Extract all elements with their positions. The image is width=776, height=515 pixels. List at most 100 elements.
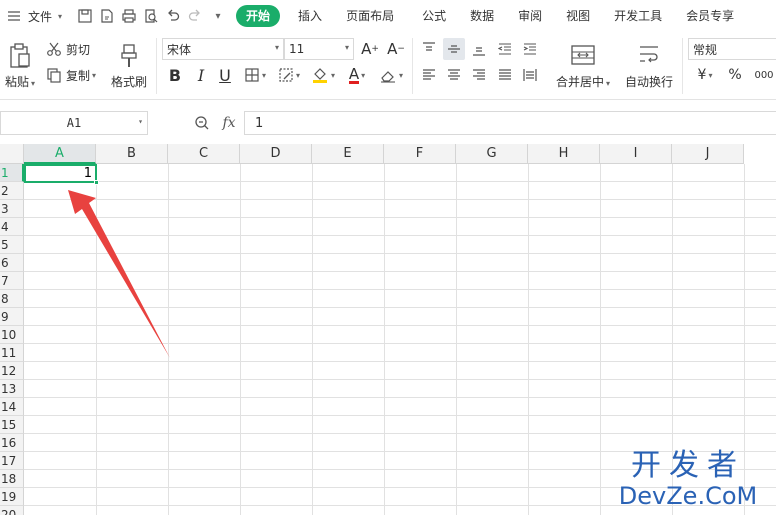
- column-header-e[interactable]: E: [312, 144, 384, 164]
- row-header-16[interactable]: 16: [0, 434, 24, 452]
- justify-button[interactable]: [494, 64, 516, 86]
- row-header-19[interactable]: 19: [0, 488, 24, 506]
- row-header-1[interactable]: 1: [0, 164, 24, 182]
- increase-indent-button[interactable]: [519, 38, 541, 60]
- watermark: 开发者 DevZe.CoM: [608, 449, 768, 510]
- tab-insert[interactable]: 插入: [290, 0, 330, 32]
- font-color-button[interactable]: A ▾: [342, 64, 372, 86]
- align-bottom-icon: [473, 47, 485, 56]
- thousands-symbol: 000: [754, 69, 774, 81]
- zoom-icon[interactable]: [192, 112, 212, 134]
- bold-button[interactable]: B: [164, 64, 186, 86]
- increase-font-button[interactable]: A +: [358, 38, 382, 60]
- select-all-corner[interactable]: [0, 144, 24, 164]
- font-name-select[interactable]: 宋体 ▾: [162, 38, 284, 60]
- tab-data[interactable]: 数据: [458, 0, 506, 32]
- merge-center-label: 合并居中: [555, 74, 604, 89]
- row-header-9[interactable]: 9: [0, 308, 24, 326]
- row-header-7[interactable]: 7: [0, 272, 24, 290]
- align-bottom-button[interactable]: [468, 38, 490, 60]
- tab-review[interactable]: 审阅: [506, 0, 554, 32]
- row-header-18[interactable]: 18: [0, 470, 24, 488]
- column-header-d[interactable]: D: [240, 144, 312, 164]
- column-header-c[interactable]: C: [168, 144, 240, 164]
- decrease-font-button[interactable]: A −: [384, 38, 408, 60]
- row-header-11[interactable]: 11: [0, 344, 24, 362]
- cut-button[interactable]: 剪切: [46, 38, 90, 60]
- row-header-12[interactable]: 12: [0, 362, 24, 380]
- number-format-select[interactable]: 常规: [688, 38, 776, 60]
- fill-color-button[interactable]: ▾: [308, 64, 338, 86]
- paste-button[interactable]: 粘贴 ▾: [2, 36, 38, 96]
- column-header-i[interactable]: I: [600, 144, 672, 164]
- export-pdf-icon[interactable]: [96, 0, 118, 32]
- align-right-button[interactable]: [468, 64, 490, 86]
- copy-button[interactable]: 复制 ▾: [46, 64, 96, 86]
- watermark-domain: DevZe.CoM: [618, 482, 758, 510]
- tab-developer[interactable]: 开发工具: [602, 0, 674, 32]
- row-header-6[interactable]: 6: [0, 254, 24, 272]
- row-header-4[interactable]: 4: [0, 218, 24, 236]
- grid-line: [24, 199, 776, 200]
- row-header-3[interactable]: 3: [0, 200, 24, 218]
- align-left-button[interactable]: [418, 64, 440, 86]
- decrease-indent-button[interactable]: [494, 38, 516, 60]
- column-header-h[interactable]: H: [528, 144, 600, 164]
- grid-line: [24, 181, 776, 182]
- align-middle-button[interactable]: [443, 38, 465, 60]
- clear-button[interactable]: ▾: [376, 64, 406, 86]
- chevron-down-icon: ▾: [606, 78, 611, 88]
- insert-function-button[interactable]: fx: [218, 112, 240, 134]
- row-header-17[interactable]: 17: [0, 452, 24, 470]
- row-header-5[interactable]: 5: [0, 236, 24, 254]
- column-header-a[interactable]: A: [24, 144, 96, 164]
- tab-formulas[interactable]: 公式: [410, 0, 458, 32]
- undo-icon[interactable]: [162, 0, 184, 32]
- thousands-button[interactable]: 000: [752, 64, 776, 86]
- percent-button[interactable]: %: [724, 64, 746, 86]
- row-header-15[interactable]: 15: [0, 416, 24, 434]
- grid-line: [24, 397, 776, 398]
- active-cell-a1[interactable]: 1: [24, 164, 97, 183]
- cell-style-button[interactable]: ▾: [274, 64, 304, 86]
- merge-center-button[interactable]: 合并居中 ▾: [552, 36, 614, 96]
- borders-button[interactable]: ▾: [240, 64, 270, 86]
- tab-member[interactable]: 会员专享: [674, 0, 746, 32]
- row-header-8[interactable]: 8: [0, 290, 24, 308]
- column-header-b[interactable]: B: [96, 144, 168, 164]
- format-painter-button[interactable]: 格式刷: [108, 36, 150, 96]
- distribute-icon: [523, 69, 537, 81]
- font-size-select[interactable]: 11 ▾: [284, 38, 354, 60]
- fill-handle[interactable]: [94, 180, 99, 185]
- align-center-button[interactable]: [443, 64, 465, 86]
- save-icon[interactable]: [74, 0, 96, 32]
- print-icon[interactable]: [118, 0, 140, 32]
- row-header-14[interactable]: 14: [0, 398, 24, 416]
- currency-button[interactable]: ¥ ▾: [690, 64, 720, 86]
- row-header-13[interactable]: 13: [0, 380, 24, 398]
- italic-button[interactable]: I: [190, 64, 212, 86]
- column-header-j[interactable]: J: [672, 144, 744, 164]
- column-header-g[interactable]: G: [456, 144, 528, 164]
- distribute-button[interactable]: [519, 64, 541, 86]
- chevron-down-icon: ▾: [92, 70, 97, 80]
- row-header-10[interactable]: 10: [0, 326, 24, 344]
- formula-input[interactable]: 1: [244, 111, 776, 135]
- chevron-down-icon: ▾: [274, 43, 279, 52]
- tab-view[interactable]: 视图: [554, 0, 602, 32]
- row-header-20[interactable]: 20: [0, 506, 24, 515]
- print-preview-icon[interactable]: [140, 0, 162, 32]
- column-header-f[interactable]: F: [384, 144, 456, 164]
- name-box[interactable]: A1 ▾: [0, 111, 148, 135]
- file-menu[interactable]: 文件 ▾: [0, 0, 62, 32]
- tab-home[interactable]: 开始: [236, 5, 281, 27]
- tab-page-layout[interactable]: 页面布局: [330, 0, 410, 32]
- wrap-text-button[interactable]: 自动换行: [622, 36, 676, 96]
- align-right-icon: [473, 69, 485, 80]
- customize-quick-access-icon[interactable]: ▾: [206, 0, 228, 32]
- align-top-button[interactable]: [418, 38, 440, 60]
- redo-icon[interactable]: [184, 0, 206, 32]
- row-header-2[interactable]: 2: [0, 182, 24, 200]
- currency-symbol: ¥: [697, 67, 707, 83]
- underline-button[interactable]: U: [214, 64, 236, 86]
